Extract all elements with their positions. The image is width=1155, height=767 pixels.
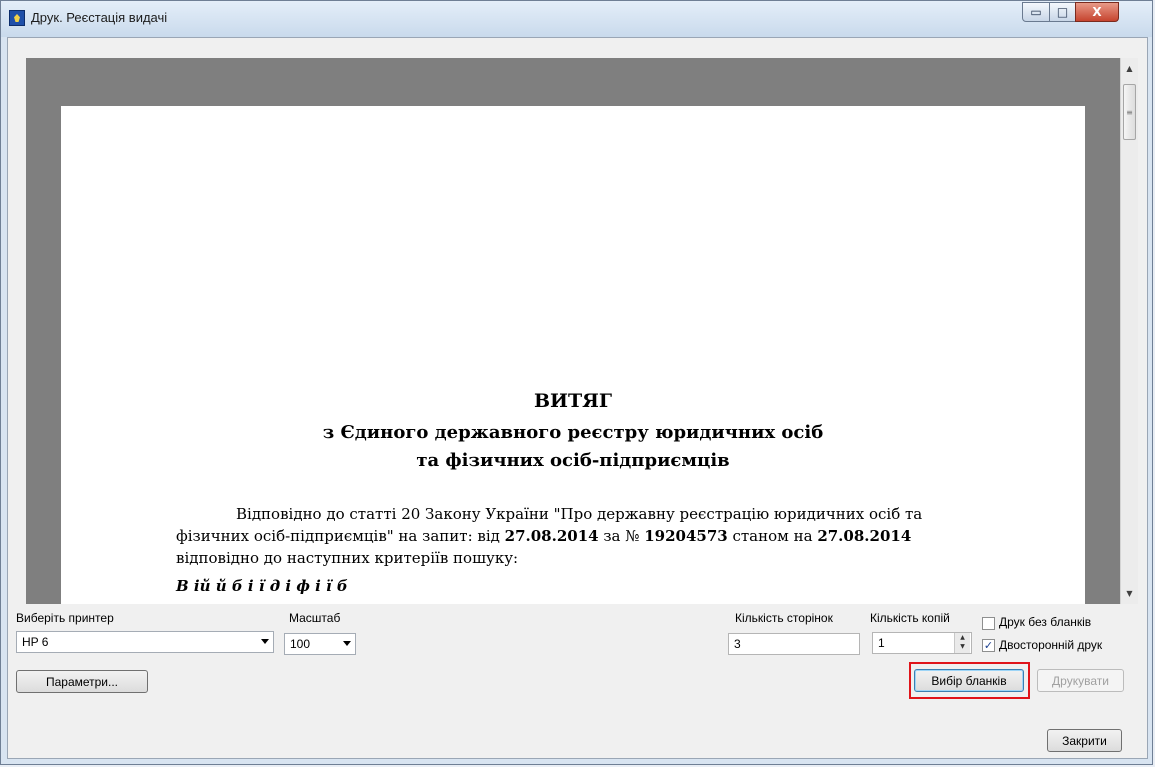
stepper-down-icon[interactable]: ▼: [955, 642, 970, 651]
no-blanks-checkbox[interactable]: [982, 617, 995, 630]
duplex-label: Двосторонній друк: [999, 638, 1103, 652]
no-blanks-label: Друк без бланків: [999, 615, 1092, 629]
title-bar[interactable]: Друк. Реєстація видачі ▭ □ X: [1, 1, 1152, 37]
document-paragraph-line2: фізичних осіб-підприємців" на запит: від…: [176, 527, 912, 545]
document-paragraph-line1: Відповідно до статті 20 Закону України "…: [236, 505, 923, 523]
scale-label: Масштаб: [289, 611, 341, 625]
print-button[interactable]: Друкувати: [1037, 669, 1124, 692]
print-preview-area[interactable]: ВИТЯГ з Єдиного державного реєстру юриди…: [26, 58, 1120, 604]
scroll-down-arrow-icon[interactable]: ▼: [1121, 585, 1138, 602]
minimize-button[interactable]: ▭: [1022, 2, 1050, 22]
scale-select-value: 100: [290, 637, 311, 651]
close-button[interactable]: Закрити: [1047, 729, 1122, 752]
maximize-button[interactable]: □: [1049, 2, 1076, 22]
copies-stepper[interactable]: ▲ ▼: [954, 633, 970, 653]
document-subtitle-line1: з Єдиного державного реєстру юридичних о…: [322, 422, 824, 443]
choose-blanks-button[interactable]: Вибір бланків: [914, 669, 1024, 692]
copies-count-label: Кількість копій: [870, 611, 950, 625]
document-paragraph-line4-partial: В ій й б і ї д і ф і ї б: [176, 577, 348, 595]
parameters-button[interactable]: Параметри...: [16, 670, 148, 693]
document-title: ВИТЯГ: [533, 390, 613, 412]
pages-count-label: Кількість сторінок: [735, 611, 833, 625]
chevron-down-icon: [261, 639, 269, 644]
close-window-button[interactable]: X: [1075, 2, 1119, 22]
print-dialog-window: Друк. Реєстація видачі ▭ □ X ВИТЯГ з Єди…: [0, 0, 1153, 765]
app-emblem-icon: [9, 10, 25, 26]
scroll-thumb[interactable]: ≡: [1123, 84, 1136, 140]
document-paragraph-line3: відповідно до наступних критеріїв пошуку…: [176, 549, 519, 567]
stepper-up-icon[interactable]: ▲: [955, 633, 970, 642]
printer-select[interactable]: HP 6: [16, 631, 274, 653]
window-title: Друк. Реєстація видачі: [31, 10, 168, 25]
printer-label: Виберіть принтер: [16, 611, 114, 625]
preview-page: ВИТЯГ з Єдиного державного реєстру юриди…: [61, 106, 1085, 604]
chevron-down-icon: [343, 641, 351, 646]
document-subtitle-line2: та фізичних осіб-підприємців: [416, 450, 730, 471]
preview-vertical-scrollbar[interactable]: ▲ ≡ ▼: [1120, 58, 1138, 604]
copies-count-value: 1: [878, 636, 885, 650]
duplex-checkbox[interactable]: ✓: [982, 639, 995, 652]
scale-select[interactable]: 100: [284, 633, 356, 655]
pages-count-field[interactable]: 3: [728, 633, 860, 655]
scroll-up-arrow-icon[interactable]: ▲: [1121, 60, 1138, 77]
printer-select-value: HP 6: [22, 635, 49, 649]
dialog-body: ВИТЯГ з Єдиного державного реєстру юриди…: [7, 37, 1148, 759]
